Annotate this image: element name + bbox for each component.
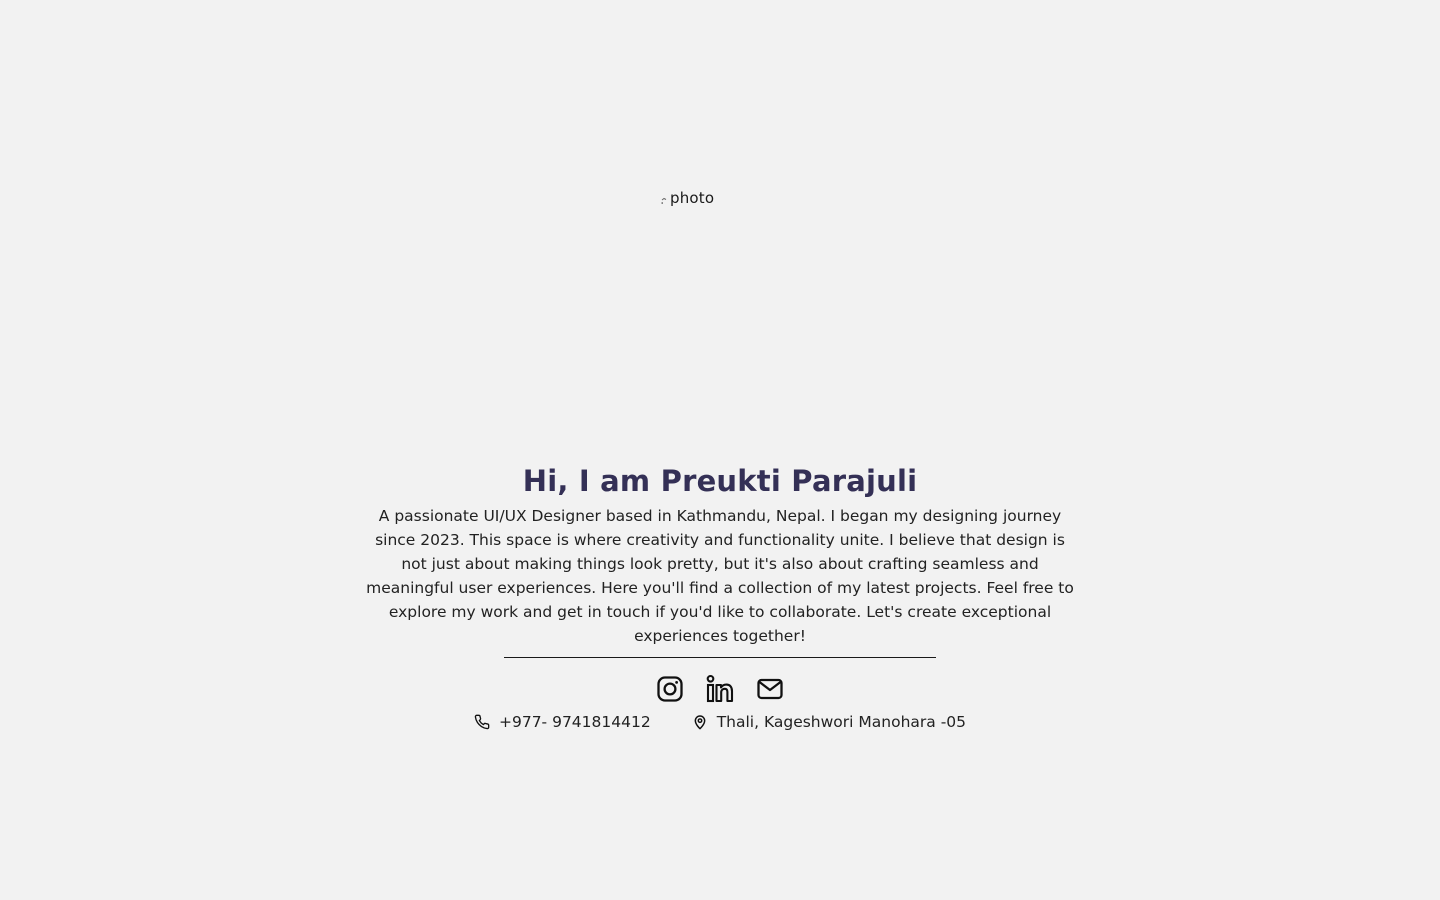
- hero-section: Hi, I am Preukti Parajuli A passionate U…: [0, 460, 1440, 734]
- hero-title: Hi, I am Preukti Parajuli: [522, 464, 918, 498]
- instagram-icon: [657, 676, 683, 702]
- profile-photo-alt-text: photo: [670, 189, 715, 207]
- phone-icon: [474, 714, 490, 730]
- phone-contact[interactable]: +977- 9741814412: [474, 713, 651, 731]
- location-contact: Thali, Kageshwori Manohara -05: [692, 713, 966, 731]
- location-text: Thali, Kageshwori Manohara -05: [716, 713, 967, 731]
- divider: [504, 657, 936, 658]
- social-links: [655, 673, 785, 705]
- mail-icon: [757, 678, 783, 700]
- instagram-link[interactable]: [655, 674, 685, 704]
- map-pin-icon: [692, 714, 708, 730]
- portfolio-page: photo Hi, I am Preukti Parajuli A passio…: [0, 0, 1440, 900]
- contact-info: +977- 9741814412 Thali, Kageshwori Manoh…: [474, 710, 966, 734]
- email-link[interactable]: [755, 674, 785, 704]
- linkedin-link[interactable]: [705, 674, 735, 704]
- hero-description: A passionate UI/UX Designer based in Kat…: [366, 507, 1074, 645]
- linkedin-icon: [706, 674, 734, 703]
- phone-number: +977- 9741814412: [498, 713, 651, 731]
- profile-photo: photo: [661, 188, 714, 208]
- broken-image-icon: [661, 191, 669, 205]
